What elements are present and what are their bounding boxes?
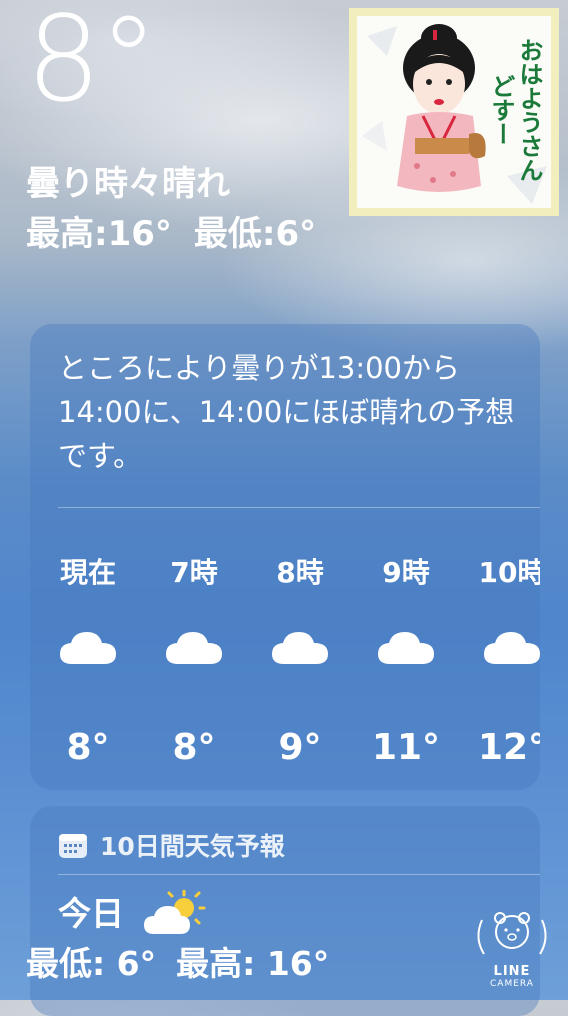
current-condition: 曇り時々晴れ bbox=[26, 164, 230, 204]
today-low: 最低: 6° bbox=[26, 944, 157, 983]
forecast-summary: ところにより曇りが13:00から14:00に、14:00にほぼ晴れの予想です。 bbox=[58, 351, 515, 473]
watermark-brand: LINE bbox=[493, 964, 531, 979]
hour-temperature: 12° bbox=[477, 727, 540, 768]
watermark-sub: CAMERA bbox=[490, 979, 534, 989]
calendar-icon bbox=[59, 834, 87, 858]
hour-item-10: 10時 12° bbox=[464, 556, 540, 768]
today-high-low: 最低: 6° 最高: 16° bbox=[26, 940, 349, 988]
sticker-greeting-text: おはようさんどすー bbox=[487, 38, 543, 182]
cloud-icon bbox=[146, 628, 242, 672]
hour-label: 7時 bbox=[170, 556, 218, 589]
current-low: 最低:6° bbox=[193, 214, 317, 254]
hour-temperature: 8° bbox=[172, 727, 216, 768]
line-camera-watermark: LINE CAMERA bbox=[470, 908, 554, 994]
cloud-icon bbox=[358, 628, 454, 672]
hour-item-7: 7時 8° bbox=[146, 556, 242, 768]
partly-sunny-icon bbox=[144, 890, 206, 934]
forecast-header: 10日間天気予報 bbox=[58, 828, 285, 862]
hour-label: 10時 bbox=[478, 556, 540, 589]
current-high-low: 最高:16° 最低:6° bbox=[26, 212, 338, 256]
current-high: 最高:16° bbox=[26, 214, 172, 254]
forecast-row-today[interactable]: 今日 bbox=[58, 890, 208, 938]
forecast-header-label: 10日間天気予報 bbox=[100, 832, 285, 861]
cloud-icon bbox=[252, 628, 348, 672]
hour-item-8: 8時 9° bbox=[252, 556, 348, 768]
forecast-divider bbox=[58, 874, 540, 875]
hour-temperature: 9° bbox=[278, 727, 322, 768]
hour-item-now: 現在 8° bbox=[40, 556, 136, 768]
hourly-forecast-card: ところにより曇りが13:00から14:00に、14:00にほぼ晴れの予想です。 … bbox=[30, 324, 540, 790]
hour-label: 9時 bbox=[382, 556, 430, 589]
cloud-icon bbox=[464, 628, 540, 672]
hour-temperature: 11° bbox=[371, 727, 441, 768]
greeting-sticker: おはようさんどすー bbox=[349, 8, 559, 216]
cloud-icon bbox=[40, 628, 136, 672]
bear-logo-icon bbox=[477, 912, 547, 955]
day-label: 今日 bbox=[58, 894, 124, 933]
hour-label: 8時 bbox=[276, 556, 324, 589]
today-high: 最高: 16° bbox=[176, 944, 330, 983]
current-temperature: 8° bbox=[26, 0, 158, 128]
card-divider bbox=[58, 507, 540, 508]
hourly-scroll[interactable]: 現在 8° 7時 8° 8時 9° 9時 11° 10時 12° bbox=[30, 556, 540, 786]
hour-label: 現在 bbox=[59, 556, 116, 589]
hour-item-9: 9時 11° bbox=[358, 556, 454, 768]
hour-temperature: 8° bbox=[66, 727, 110, 768]
